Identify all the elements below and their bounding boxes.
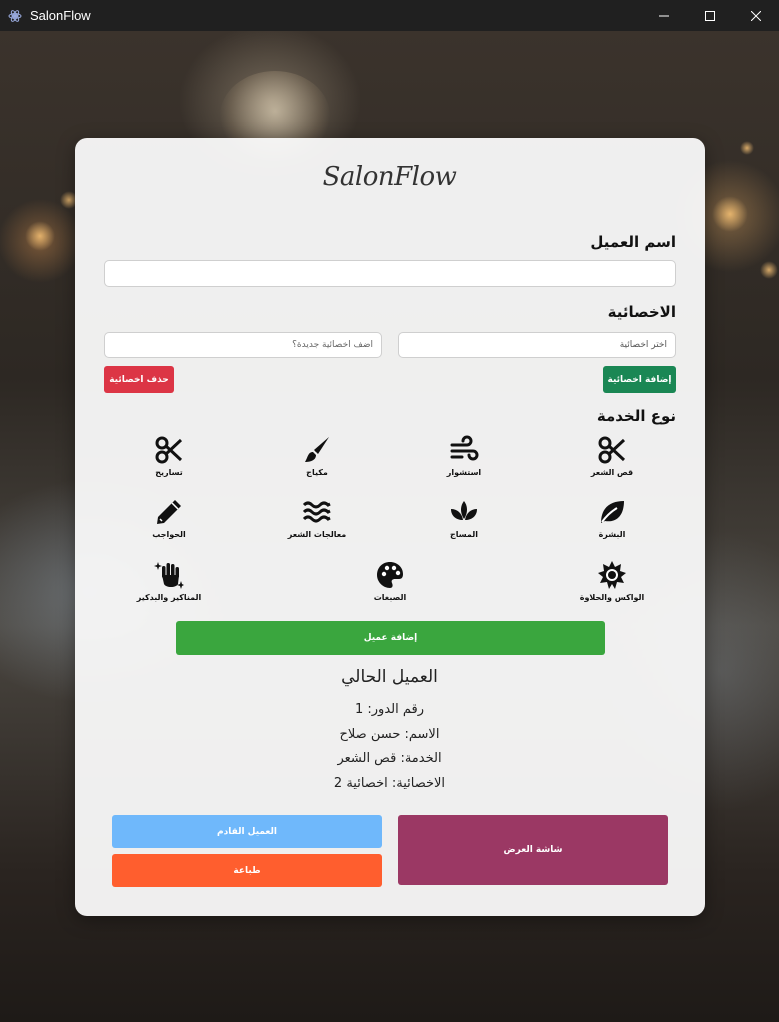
close-button[interactable] [733,0,779,31]
service-eyebrows[interactable]: الحواجب [124,497,214,539]
service-label: تساريح [155,468,183,477]
scissors-icon [598,436,626,464]
wind-icon [450,435,479,461]
add-specialist-button[interactable]: إضافة اخصائية [603,366,676,393]
bokeh-light [712,196,748,232]
brush-icon [305,437,329,462]
current-client-specialist: الاخصائية: اخصائية 2 [333,776,446,791]
service-coloring[interactable]: الصبغات [345,560,435,602]
print-button[interactable]: طباعة [112,854,382,887]
next-client-button[interactable]: العميل القادم [112,815,382,848]
delete-specialist-button[interactable]: حذف اخصائية [104,366,174,393]
spa-icon [451,501,477,520]
current-client-service: الخدمة: قص الشعر [337,751,442,766]
palette-icon [377,562,403,588]
title-bar: SalonFlow [0,0,779,31]
current-client-title: العميل الحالي [341,667,438,687]
service-styling[interactable]: تساريح [124,435,214,477]
client-name-label: اسم العميل [590,233,676,251]
service-massage[interactable]: المساج [419,497,509,539]
client-name-input[interactable] [104,260,676,287]
service-skin[interactable]: البشرة [567,497,657,539]
salonflow-logo: SalonFlow [322,162,457,192]
add-client-button[interactable]: إضافة عميل [176,621,605,655]
specialist-select-value: اختر اخصائية [619,340,667,350]
hand-sparkles-icon [154,562,184,589]
service-label: الحواجب [152,530,186,539]
service-label: البشرة [598,530,626,539]
service-label: مكياج [306,468,328,477]
display-screen-button[interactable]: شاشة العرض [398,815,668,885]
minimize-icon [659,15,669,16]
leaf-icon [601,501,624,523]
bokeh-light [25,221,55,251]
current-queue-number: رقم الدور: 1 [354,702,425,717]
service-label: المناكير والبدكير [136,593,202,602]
service-label: قص الشعر [590,468,634,477]
service-label: استشوار [446,468,482,477]
bokeh-light [760,261,778,279]
current-client-name: الاسم: حسن صلاح [339,727,440,742]
bokeh-light [740,141,754,155]
service-label: الواكس والحلاوة [579,593,645,602]
scissors-icon [155,436,183,464]
service-waxing[interactable]: الواكس والحلاوة [567,560,657,602]
specialist-select[interactable]: اختر اخصائية [398,332,676,358]
service-makeup[interactable]: مكياج [272,435,362,477]
maximize-icon [705,10,715,21]
specialist-label: الاخصائية [607,303,676,321]
minimize-button[interactable] [641,0,687,31]
maximize-button[interactable] [687,0,733,31]
close-icon [751,10,761,21]
service-label: معالجات الشعر [287,530,347,539]
window-title: SalonFlow [30,8,91,23]
service-hair-treatment[interactable]: معالجات الشعر [272,497,362,539]
service-blowdry[interactable]: استشوار [419,435,509,477]
service-label: المساج [449,530,479,539]
service-type-label: نوع الخدمة [596,407,676,425]
service-haircut[interactable]: قص الشعر [567,435,657,477]
water-icon [302,501,331,523]
service-label: الصبغات [373,593,407,602]
sun-icon [598,561,626,589]
pencil-icon [157,500,181,524]
app-icon [8,9,22,22]
service-manicure[interactable]: المناكير والبدكير [124,560,214,602]
new-specialist-input[interactable] [104,332,382,358]
